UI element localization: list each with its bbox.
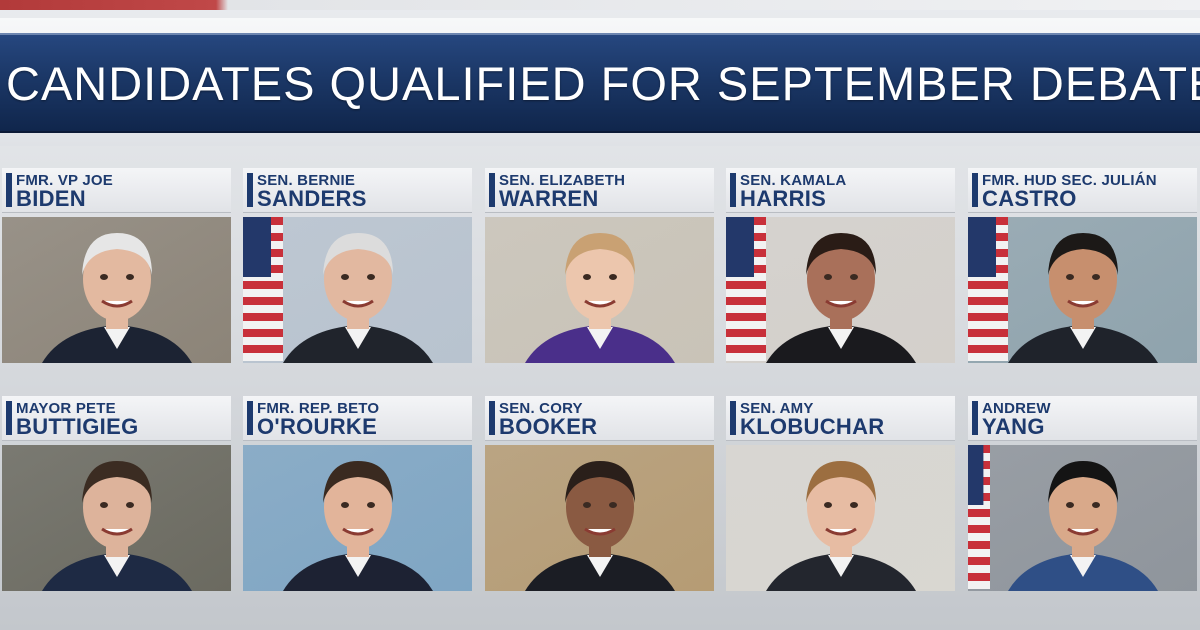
label-accent-bar [972, 401, 978, 435]
candidate-name: HARRIS [740, 186, 827, 211]
candidate-label: FMR. REP. BETO O'ROURKE [243, 396, 472, 441]
candidate-name: O'ROURKE [257, 414, 378, 439]
label-accent-bar [247, 401, 253, 435]
candidate-label: ANDREW YANG [968, 396, 1197, 441]
candidate-card: SEN. AMY KLOBUCHAR [726, 396, 955, 591]
candidate-card: SEN. ELIZABETH WARREN [485, 168, 714, 363]
candidate-portrait [968, 445, 1197, 591]
candidate-label: MAYOR PETE BUTTIGIEG [2, 396, 231, 441]
candidate-name: BUTTIGIEG [16, 414, 139, 439]
label-accent-bar [247, 173, 253, 207]
candidate-name: SANDERS [257, 186, 367, 211]
candidate-portrait [726, 217, 955, 363]
candidate-portrait [968, 217, 1197, 363]
candidate-name: BOOKER [499, 414, 598, 439]
label-accent-bar [6, 401, 12, 435]
candidate-card: FMR. VP JOE BIDEN [2, 168, 231, 363]
candidate-name: CASTRO [982, 186, 1077, 211]
candidate-name: WARREN [499, 186, 599, 211]
candidate-card: SEN. BERNIE SANDERS [243, 168, 472, 363]
debate-graphic: CANDIDATES QUALIFIED FOR SEPTEMBER DEBAT… [0, 0, 1200, 630]
candidate-portrait [726, 445, 955, 591]
label-accent-bar [730, 173, 736, 207]
candidate-name: BIDEN [16, 186, 86, 211]
candidate-portrait [2, 445, 231, 591]
candidate-portrait [485, 217, 714, 363]
candidate-label: SEN. KAMALA HARRIS [726, 168, 955, 213]
candidate-label: SEN. CORY BOOKER [485, 396, 714, 441]
candidate-portrait [485, 445, 714, 591]
candidate-card: SEN. CORY BOOKER [485, 396, 714, 591]
candidate-label: SEN. BERNIE SANDERS [243, 168, 472, 213]
candidate-card: FMR. HUD SEC. JULIÁN CASTRO [968, 168, 1197, 363]
candidate-portrait [243, 445, 472, 591]
label-accent-bar [489, 401, 495, 435]
candidate-card: MAYOR PETE BUTTIGIEG [2, 396, 231, 591]
label-accent-bar [972, 173, 978, 207]
headline-banner: CANDIDATES QUALIFIED FOR SEPTEMBER DEBAT… [0, 33, 1200, 133]
candidate-label: FMR. HUD SEC. JULIÁN CASTRO [968, 168, 1197, 213]
candidate-card: ANDREW YANG [968, 396, 1197, 591]
candidate-label: SEN. AMY KLOBUCHAR [726, 396, 955, 441]
label-accent-bar [730, 401, 736, 435]
candidate-name: YANG [982, 414, 1045, 439]
top-strip [0, 0, 1200, 10]
label-accent-bar [6, 173, 12, 207]
headline: CANDIDATES QUALIFIED FOR SEPTEMBER DEBAT… [6, 56, 1200, 110]
candidate-portrait [243, 217, 472, 363]
label-accent-bar [489, 173, 495, 207]
candidate-card: FMR. REP. BETO O'ROURKE [243, 396, 472, 591]
candidate-label: FMR. VP JOE BIDEN [2, 168, 231, 213]
candidate-label: SEN. ELIZABETH WARREN [485, 168, 714, 213]
candidate-portrait [2, 217, 231, 363]
candidate-card: SEN. KAMALA HARRIS [726, 168, 955, 363]
candidate-name: KLOBUCHAR [740, 414, 885, 439]
